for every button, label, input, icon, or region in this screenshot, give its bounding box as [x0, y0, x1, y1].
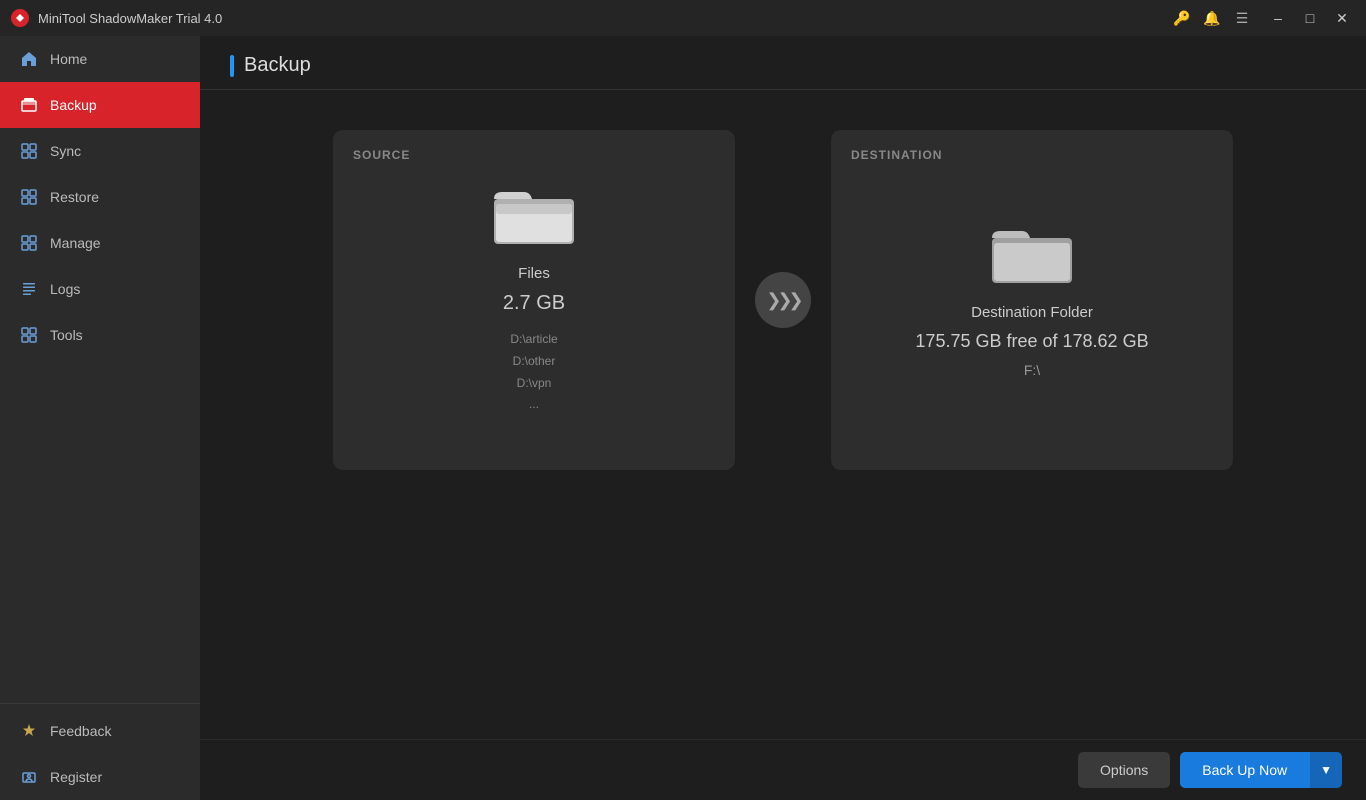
- app-logo: [10, 8, 30, 28]
- bottom-bar: Options Back Up Now ▼: [200, 739, 1366, 800]
- backup-content: SOURCE Files: [200, 90, 1366, 739]
- logs-icon: [20, 280, 38, 298]
- source-card[interactable]: SOURCE Files: [333, 130, 735, 470]
- sidebar-item-manage[interactable]: Manage: [0, 220, 200, 266]
- home-icon: [20, 50, 38, 68]
- pin-button[interactable]: 🔑: [1168, 4, 1196, 32]
- restore-icon: [20, 188, 38, 206]
- minimize-button[interactable]: –: [1264, 4, 1292, 32]
- title-window-controls: – □ ✕: [1264, 4, 1356, 32]
- source-paths: D:\article D:\other D:\vpn ...: [510, 329, 557, 415]
- notification-button[interactable]: 🔔: [1198, 4, 1226, 32]
- backup-now-button[interactable]: Back Up Now: [1180, 752, 1309, 788]
- sidebar-item-feedback[interactable]: Feedback: [0, 708, 200, 754]
- options-button[interactable]: Options: [1078, 752, 1170, 788]
- content-area: Backup SOURCE: [200, 36, 1366, 800]
- sidebar-spacer: [0, 358, 200, 703]
- source-name: Files: [518, 265, 550, 282]
- sidebar: Home Backup Sync: [0, 36, 200, 800]
- close-button[interactable]: ✕: [1328, 4, 1356, 32]
- sync-icon: [20, 142, 38, 160]
- source-folder-icon: [494, 184, 574, 249]
- destination-drive: F:\: [1024, 362, 1040, 378]
- source-path-3: D:\vpn: [510, 373, 557, 395]
- source-path-2: D:\other: [510, 351, 557, 373]
- sidebar-item-logs[interactable]: Logs: [0, 266, 200, 312]
- arrow-icon: ❯❯❯: [766, 290, 799, 311]
- sidebar-item-tools[interactable]: Tools: [0, 312, 200, 358]
- page-title: Backup: [244, 54, 311, 77]
- destination-name: Destination Folder: [971, 304, 1093, 321]
- backup-label: Backup: [50, 97, 97, 113]
- menu-button[interactable]: ☰: [1228, 4, 1256, 32]
- title-icons: 🔑 🔔 ☰: [1168, 4, 1256, 32]
- sidebar-bottom: Feedback Register: [0, 703, 200, 800]
- maximize-button[interactable]: □: [1296, 4, 1324, 32]
- tools-icon: [20, 326, 38, 344]
- source-label: SOURCE: [353, 148, 410, 162]
- sidebar-item-backup[interactable]: Backup: [0, 82, 200, 128]
- destination-card[interactable]: DESTINATION Destination Folder 175.75 GB…: [831, 130, 1233, 470]
- sidebar-item-sync[interactable]: Sync: [0, 128, 200, 174]
- destination-folder-icon: [992, 223, 1072, 288]
- destination-free: 175.75 GB free of 178.62 GB: [915, 331, 1148, 352]
- feedback-icon: [20, 722, 38, 740]
- home-label: Home: [50, 51, 87, 67]
- logs-label: Logs: [50, 281, 80, 297]
- sidebar-item-register[interactable]: Register: [0, 754, 200, 800]
- backup-now-group: Back Up Now ▼: [1180, 752, 1342, 788]
- sidebar-item-restore[interactable]: Restore: [0, 174, 200, 220]
- destination-label: DESTINATION: [851, 148, 942, 162]
- main-layout: Home Backup Sync: [0, 36, 1366, 800]
- register-label: Register: [50, 769, 102, 785]
- tools-label: Tools: [50, 327, 83, 343]
- source-path-more: ...: [510, 394, 557, 416]
- app-title: MiniTool ShadowMaker Trial 4.0: [38, 11, 1168, 26]
- sync-label: Sync: [50, 143, 81, 159]
- arrow-button[interactable]: ❯❯❯: [755, 272, 811, 328]
- title-bar: MiniTool ShadowMaker Trial 4.0 🔑 🔔 ☰ – □…: [0, 0, 1366, 36]
- source-path-1: D:\article: [510, 329, 557, 351]
- register-icon: [20, 768, 38, 786]
- page-header: Backup: [200, 36, 1366, 90]
- backup-icon: [20, 96, 38, 114]
- restore-label: Restore: [50, 189, 99, 205]
- backup-row: SOURCE Files: [333, 130, 1233, 470]
- header-accent: [230, 55, 234, 77]
- manage-label: Manage: [50, 235, 101, 251]
- feedback-label: Feedback: [50, 723, 111, 739]
- source-size: 2.7 GB: [503, 292, 565, 315]
- manage-icon: [20, 234, 38, 252]
- sidebar-item-home[interactable]: Home: [0, 36, 200, 82]
- backup-now-dropdown[interactable]: ▼: [1309, 752, 1342, 788]
